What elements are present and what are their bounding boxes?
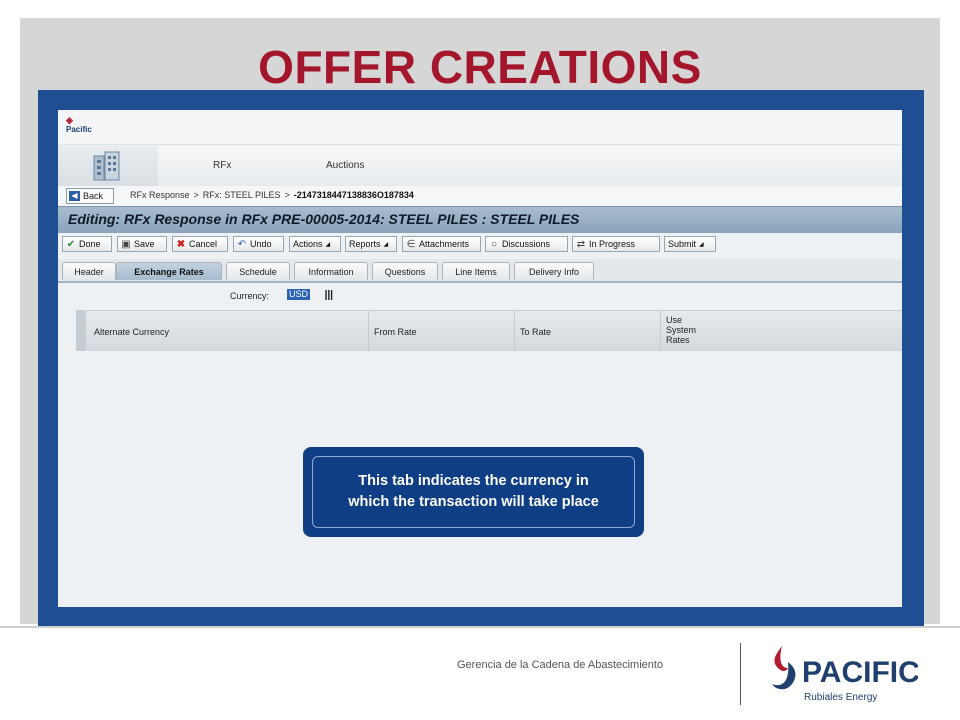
- back-label: Back: [83, 191, 104, 201]
- column-header-from-rate[interactable]: From Rate: [374, 327, 417, 337]
- attachments-button[interactable]: ∈ Attachments: [402, 236, 481, 252]
- tab-information[interactable]: Information: [294, 262, 368, 280]
- discussions-button[interactable]: ○ Discussions: [485, 236, 568, 252]
- document-arrow-icon: ⇄: [576, 238, 586, 250]
- breadcrumb-separator: >: [284, 190, 290, 200]
- footer-divider-line: [0, 626, 960, 628]
- column-header-alternate-currency[interactable]: Alternate Currency: [94, 327, 169, 337]
- use-system-rates-line3: Rates: [666, 335, 690, 345]
- app-window: ◈ Pacific RFx Auctions ◀ Back RFx Respon…: [58, 110, 902, 607]
- app-logo-text: Pacific: [66, 125, 92, 134]
- app-logo: ◈ Pacific: [66, 115, 92, 135]
- dropdown-arrow-icon: ◢: [325, 241, 331, 248]
- app-logo-strip: ◈ Pacific: [58, 110, 902, 145]
- row-selector-column: [76, 311, 86, 351]
- cancel-label: Cancel: [189, 239, 218, 249]
- slide-title: OFFER CREATIONS: [258, 41, 702, 93]
- tab-line-items[interactable]: Line Items: [442, 262, 510, 280]
- text-cursor-icon: Ⅲ: [324, 287, 334, 303]
- undo-label: Undo: [250, 239, 272, 249]
- logo-drop-navy: [772, 662, 796, 690]
- back-arrow-icon: ◀: [69, 191, 80, 201]
- breadcrumb-item-rfx-response[interactable]: RFx Response: [130, 190, 190, 200]
- building-icon: [93, 151, 120, 181]
- page-title-bar: Editing: RFx Response in RFx PRE-00005-2…: [58, 206, 902, 234]
- save-label: Save: [134, 239, 155, 249]
- footer-vertical-divider: [740, 643, 741, 705]
- footer-text: Gerencia de la Cadena de Abastecimiento: [457, 659, 664, 671]
- save-button[interactable]: ▣ Save: [117, 236, 167, 252]
- submit-label: Submit: [668, 239, 697, 249]
- actions-label: Actions: [293, 239, 323, 249]
- main-nav: RFx Auctions: [58, 146, 902, 187]
- tab-header[interactable]: Header: [62, 262, 116, 280]
- dropdown-arrow-icon: ◢: [383, 241, 389, 248]
- pacific-rubiales-logo: PACIFIC Rubiales Energy: [772, 646, 918, 703]
- use-system-rates-line1: Use: [666, 315, 683, 325]
- currency-field[interactable]: USD: [287, 289, 311, 300]
- nav-tab-rfx[interactable]: RFx: [213, 160, 231, 171]
- actions-dropdown[interactable]: Actions ◢: [289, 236, 341, 252]
- column-divider: [514, 311, 515, 351]
- logo-drop-red: [774, 646, 788, 671]
- attachments-label: Attachments: [419, 239, 470, 249]
- done-button[interactable]: ✔ Done: [62, 236, 112, 252]
- tab-schedule[interactable]: Schedule: [226, 262, 290, 280]
- in-progress-button[interactable]: ⇄ In Progress: [572, 236, 660, 252]
- cancel-button[interactable]: ✖ Cancel: [172, 236, 228, 252]
- callout-border: This tab indicates the currency in which…: [312, 456, 635, 528]
- brand-name: PACIFIC: [802, 656, 918, 689]
- currency-label: Currency:: [230, 291, 270, 301]
- tab-delivery-info[interactable]: Delivery Info: [514, 262, 594, 280]
- callout-line-2: which the transaction will take place: [348, 494, 599, 510]
- use-system-rates-line2: System: [666, 325, 697, 335]
- done-label: Done: [79, 239, 101, 249]
- dropdown-arrow-icon: ◢: [699, 241, 704, 248]
- back-button[interactable]: ◀ Back: [66, 188, 114, 204]
- undo-button[interactable]: ↶ Undo: [233, 236, 284, 252]
- exchange-rates-table-header: Alternate Currency From Rate To Rate Use…: [76, 310, 902, 351]
- breadcrumb-separator: >: [193, 190, 199, 200]
- checkmark-icon: ✔: [66, 238, 76, 250]
- callout-text: This tab indicates the currency in which…: [324, 471, 624, 513]
- discussions-label: Discussions: [502, 239, 551, 249]
- tab-exchange-rates[interactable]: Exchange Rates: [116, 262, 222, 280]
- submit-dropdown[interactable]: Submit ◢: [664, 236, 716, 252]
- drop-icon: ◈: [66, 115, 73, 125]
- speech-bubble-icon: ○: [490, 238, 498, 250]
- breadcrumb: RFx Response > RFx: STEEL PILES > -214731844…: [130, 190, 414, 200]
- paperclip-icon: ∈: [406, 238, 416, 250]
- column-divider: [660, 311, 661, 351]
- x-icon: ✖: [176, 238, 186, 250]
- reports-dropdown[interactable]: Reports ◢: [345, 236, 397, 252]
- callout-line-1: This tab indicates the currency in: [358, 473, 589, 489]
- reports-label: Reports: [349, 239, 381, 249]
- floppy-disk-icon: ▣: [121, 238, 131, 250]
- toolbar: ✔ Done ▣ Save ✖ Cancel ↶ Undo Actions ◢ Repor…: [58, 233, 902, 257]
- breadcrumb-item-rfx[interactable]: RFx: STEEL PILES: [203, 190, 281, 200]
- column-header-use-system-rates[interactable]: Use System Rates: [666, 315, 696, 345]
- nav-tab-auctions[interactable]: Auctions: [326, 160, 364, 171]
- page-title: Editing: RFx Response in RFx PRE-00005-2…: [68, 211, 580, 227]
- home-nav-button[interactable]: [58, 146, 158, 186]
- brand-tagline: Rubiales Energy: [804, 692, 877, 703]
- breadcrumb-bar: ◀ Back RFx Response > RFx: STEEL PILES > -21…: [58, 186, 902, 206]
- in-progress-label: In Progress: [589, 239, 636, 249]
- breadcrumb-item-current: -2147318447138836O187834: [293, 190, 414, 200]
- undo-icon: ↶: [237, 238, 247, 250]
- tab-questions[interactable]: Questions: [372, 262, 438, 280]
- column-divider: [368, 311, 369, 351]
- tooltip-callout: This tab indicates the currency in which…: [303, 447, 644, 537]
- column-header-to-rate[interactable]: To Rate: [520, 327, 551, 337]
- subtab-bar: Header Exchange Rates Schedule Informati…: [58, 259, 902, 283]
